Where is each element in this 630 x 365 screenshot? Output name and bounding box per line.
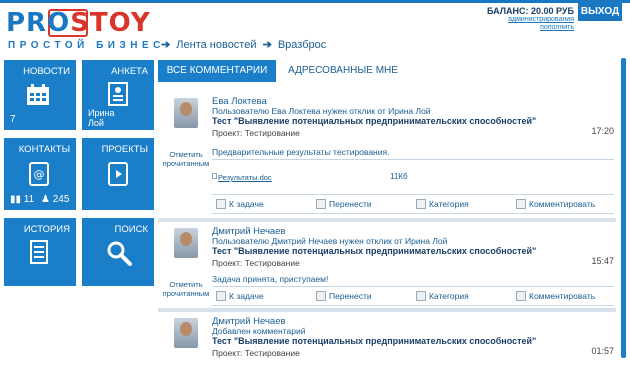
tile-contacts-counts: ▮▮ 11 ♟ 245 — [10, 194, 69, 205]
projects-book-icon — [108, 162, 128, 186]
avatar — [174, 318, 198, 348]
post-project: Проект: Тестирование — [212, 128, 300, 138]
breadcrumb-news-feed[interactable]: Лента новостей — [176, 39, 256, 51]
tile-profile-label: АНКЕТА — [111, 66, 148, 77]
tile-projects[interactable]: ПРОЕКТЫ — [82, 138, 154, 210]
move-icon — [316, 291, 326, 301]
post-separator — [158, 218, 616, 222]
tile-profile[interactable]: АНКЕТА Ирина Лой — [82, 60, 154, 130]
tile-projects-label: ПРОЕКТЫ — [101, 144, 148, 155]
tile-contacts-count-groups: 11 — [23, 194, 35, 205]
post-test-title[interactable]: Тест "Выявление потенциальных предприним… — [212, 246, 536, 256]
logo[interactable]: PROSTOY — [6, 8, 156, 38]
tile-history-label: ИСТОРИЯ — [23, 224, 70, 235]
category-button[interactable]: Категория — [416, 291, 469, 301]
post-actions: К задаче Перенести Категория Комментиров… — [212, 286, 614, 306]
category-icon — [416, 291, 426, 301]
tile-news[interactable]: НОВОСТИ 7 — [4, 60, 76, 130]
post-meta: Добавлен комментарий — [212, 326, 306, 336]
post-actions: К задаче Перенести Категория Комментиров… — [212, 194, 614, 214]
search-icon — [107, 241, 132, 266]
logo-text: PROSTOY — [6, 8, 151, 38]
admin-link[interactable]: администрирования — [487, 16, 574, 24]
topup-link[interactable]: пополнить — [487, 24, 574, 32]
calendar-icon — [27, 84, 49, 105]
top-accent-line — [0, 0, 630, 3]
comment-icon — [516, 291, 526, 301]
arrow-right-icon: ➔ — [262, 39, 272, 51]
exit-button[interactable]: ВЫХОД — [578, 3, 622, 21]
avatar — [174, 228, 198, 258]
person-icon: ♟ — [40, 194, 50, 205]
move-button[interactable]: Перенести — [316, 291, 372, 301]
scrollbar[interactable] — [621, 58, 626, 358]
post-test-title[interactable]: Тест "Выявление потенциальных предприним… — [212, 116, 536, 126]
post-comment: Предварительные результаты тестирования. — [212, 147, 390, 157]
post-meta: Пользователю Дмитрий Нечаев нужен отклик… — [212, 236, 448, 246]
post-item: Отметить прочитанным Дмитрий Нечаев Поль… — [158, 224, 614, 308]
to-task-button[interactable]: К задаче — [216, 291, 264, 301]
comment-button[interactable]: Комментировать — [516, 199, 595, 209]
group-icon: ▮▮ — [10, 194, 22, 205]
tile-profile-last-name: Лой — [88, 118, 104, 128]
breadcrumb-random[interactable]: Вразброс — [278, 39, 326, 51]
attachment-link[interactable]: Результаты.doc — [218, 173, 272, 182]
post-time: 15:47 — [591, 256, 614, 266]
post-comment: Задача принята, приступаем! — [212, 274, 329, 284]
post-meta: Пользователю Ева Локтева нужен отклик от… — [212, 106, 431, 116]
tab-all-comments[interactable]: ВСЕ КОММЕНТАРИИ — [158, 60, 276, 82]
tile-profile-first-name: Ирина — [88, 108, 115, 118]
balance-value: БАЛАНС: 20.00 РУБ — [486, 6, 574, 16]
tile-contacts-count-people: 245 — [52, 194, 70, 205]
post-item: Отметить прочитанным Ева Локтева Пользов… — [158, 92, 614, 222]
to-task-button[interactable]: К задаче — [216, 199, 264, 209]
svg-text:@: @ — [34, 168, 45, 181]
category-button[interactable]: Категория — [416, 199, 469, 209]
attachment-icon — [212, 173, 217, 179]
avatar — [174, 98, 198, 128]
attachment-size: 11Кб — [390, 172, 408, 181]
balance-block: БАЛАНС: 20.00 РУБ администрирования попо… — [487, 6, 574, 32]
mark-read-button[interactable]: Отметить прочитанным — [158, 280, 214, 298]
task-icon — [216, 291, 226, 301]
tile-history[interactable]: ИСТОРИЯ — [4, 218, 76, 286]
tile-search[interactable]: ПОИСК — [82, 218, 154, 286]
profile-card-icon — [108, 82, 128, 106]
post-time: 01:57 — [591, 346, 614, 356]
post-test-title[interactable]: Тест "Выявление потенциальных предприним… — [212, 336, 536, 346]
arrow-right-icon: ➔ — [161, 39, 171, 51]
tile-news-count: 7 — [10, 114, 16, 125]
task-icon — [216, 199, 226, 209]
comment-button[interactable]: Комментировать — [516, 291, 595, 301]
post-time: 17:20 — [591, 126, 614, 136]
breadcrumb: ➔ Лента новостей ➔ Вразброс — [158, 38, 326, 51]
post-separator — [158, 308, 616, 312]
tile-contacts-label: КОНТАКТЫ — [18, 144, 70, 155]
divider — [212, 159, 614, 160]
document-icon — [30, 240, 48, 264]
move-icon — [316, 199, 326, 209]
comment-icon — [516, 199, 526, 209]
tile-news-label: НОВОСТИ — [23, 66, 70, 77]
tab-addressed-to-me[interactable]: АДРЕСОВАННЫЕ МНЕ — [280, 60, 406, 82]
address-book-icon: @ — [29, 162, 49, 186]
category-icon — [416, 199, 426, 209]
move-button[interactable]: Перенести — [316, 199, 372, 209]
tile-search-label: ПОИСК — [114, 224, 148, 235]
logo-subtitle: ПРОСТОЙ БИЗНЕС — [8, 40, 165, 51]
post-project: Проект: Тестирование — [212, 348, 300, 358]
tile-contacts[interactable]: КОНТАКТЫ @ ▮▮ 11 ♟ 245 — [4, 138, 76, 210]
mark-read-button[interactable]: Отметить прочитанным — [158, 150, 214, 168]
post-item: Дмитрий Нечаев Добавлен комментарий Тест… — [158, 314, 614, 365]
post-project: Проект: Тестирование — [212, 258, 300, 268]
